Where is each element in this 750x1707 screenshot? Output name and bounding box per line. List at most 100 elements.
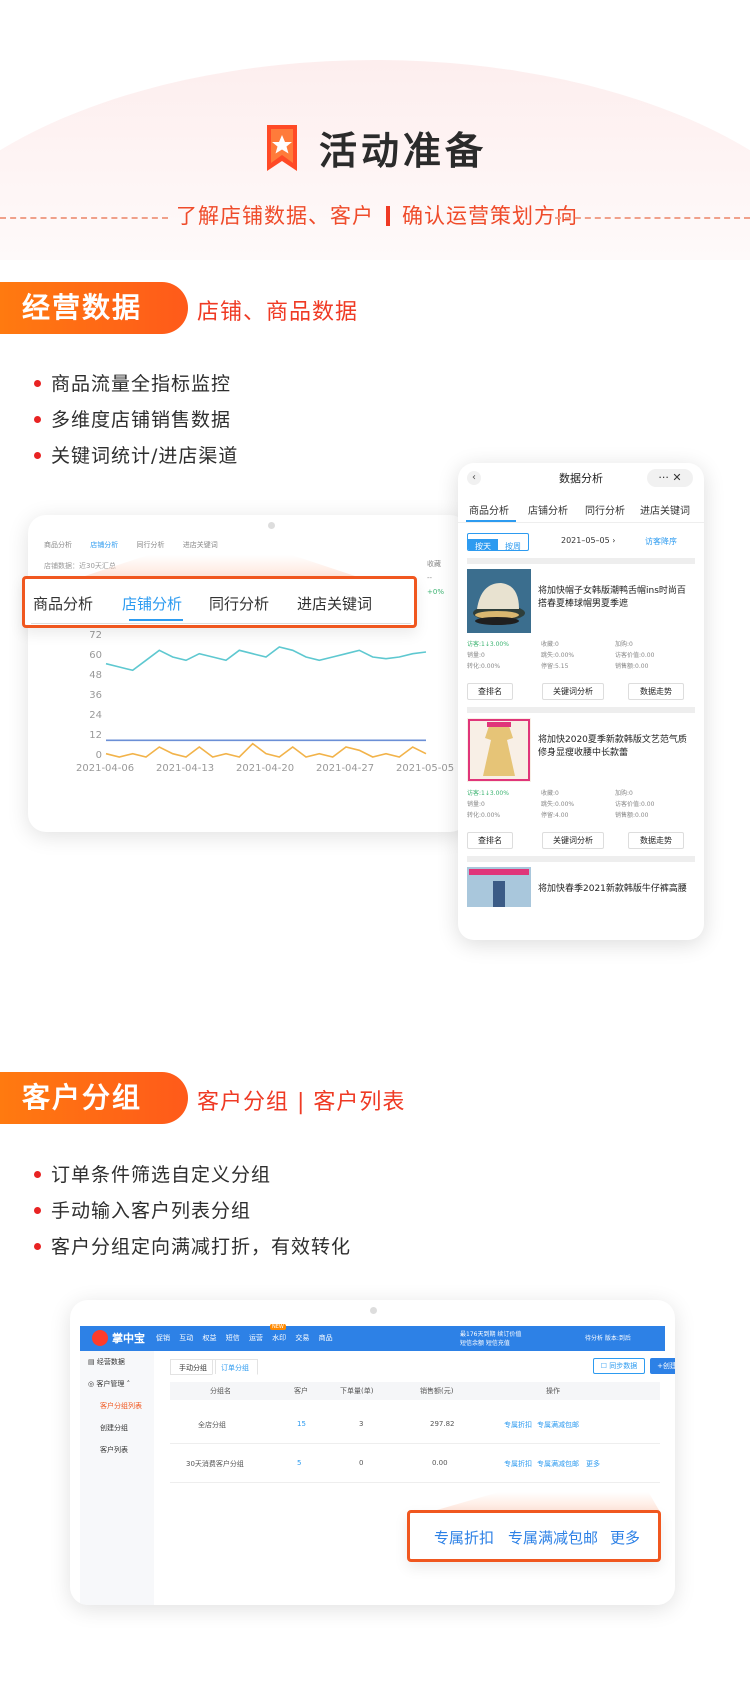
table-cell: 0 (359, 1459, 364, 1467)
page-title: 活动准备 (0, 120, 750, 175)
op-discount-link[interactable]: 专属折扣 (504, 1420, 532, 1430)
feature-item: 关键词统计/进店渠道 (34, 438, 238, 474)
subtitle-left: 了解店铺数据、客户 (176, 204, 374, 228)
feature-list: 订单条件筛选自定义分组 手动输入客户列表分组 客户分组定向满减打折，有效转化 (34, 1157, 351, 1265)
table-cell[interactable]: 15 (297, 1420, 306, 1428)
series-line (105, 742, 427, 758)
sidebar-item-customer-mgmt[interactable]: ◎ 客户管理 ˄ (80, 1373, 154, 1395)
nav-item[interactable]: 运营 (249, 1334, 263, 1342)
period-toggle: 按天 按周 (467, 533, 529, 551)
feature-item: 手动输入客户列表分组 (34, 1193, 351, 1229)
favorite-metric: 收藏 -- +0% (427, 560, 444, 596)
product-name[interactable]: 将加快2020夏季新款韩版文艺范气质修身显瘦收腰中长款蕾 (538, 734, 690, 760)
subtitle-right: 确认运营策划方向 (402, 204, 578, 228)
nav-item[interactable]: 商品 (319, 1334, 333, 1342)
tablet-small-tabs: 商品分析 店铺分析 同行分析 进店关键词 (44, 540, 234, 550)
bookmark-star-icon (266, 124, 297, 171)
zoomed-tabs-callout: 商品分析 店铺分析 同行分析 进店关键词 (22, 576, 417, 628)
tab-peer-analysis[interactable]: 同行分析 (136, 541, 164, 549)
keyword-analysis-button[interactable]: 关键词分析 (542, 832, 604, 849)
product-stats: 访客:1↓3.00% 收藏:0 加购:0 销量:0 跳失:0.00% 访客价值:0.00… (467, 641, 655, 670)
page-title-text: 活动准备 (318, 129, 487, 173)
create-group-button[interactable]: +创建分组 (650, 1358, 675, 1374)
op-more-link[interactable]: 更多 (586, 1459, 600, 1469)
feature-item: 客户分组定向满减打折，有效转化 (34, 1229, 351, 1265)
product-image-dress (467, 718, 531, 782)
logo-icon (92, 1330, 108, 1346)
product-stats: 访客:1↓3.00% 收藏:0 加购:0 销量:0 跳失:0.00% 访客价值:0.00… (467, 790, 655, 819)
data-trend-button[interactable]: 数据走势 (628, 832, 684, 849)
data-trend-button[interactable]: 数据走势 (628, 683, 684, 700)
more-action[interactable]: 更多 (610, 1527, 640, 1548)
table-header (170, 1382, 660, 1400)
account-info: 最176天到期 续订价值 短信余额 短信充值 (460, 1331, 522, 1347)
col-sales: 销售额(元) (420, 1387, 454, 1395)
phone-screenshot: ‹ 数据分析 ··· ✕ 商品分析 店铺分析 同行分析 进店关键词 按天 按周 2… (458, 463, 704, 940)
tab-keywords-zoom[interactable]: 进店关键词 (297, 593, 372, 614)
section-side-label: 客户分组 | 客户列表 (197, 1090, 406, 1115)
product-name[interactable]: 将加快春季2021新款韩版牛仔裤高腰 (538, 883, 690, 896)
feature-list: 商品流量全指标监控 多维度店铺销售数据 关键词统计/进店渠道 (34, 366, 238, 474)
product-image-cap (467, 569, 531, 633)
tab-keywords[interactable]: 进店关键词 (183, 541, 218, 549)
nav-item[interactable]: 短信 (226, 1334, 240, 1342)
section-side-label: 店铺、商品数据 (197, 300, 359, 325)
table-cell: 30天消费客户分组 (186, 1460, 244, 1468)
tab-shop-analysis[interactable]: 店铺分析 (90, 541, 118, 549)
table-cell: 297.82 (430, 1420, 455, 1428)
feature-item: 多维度店铺销售数据 (34, 402, 238, 438)
tab-order-group[interactable]: 订单分组 (212, 1359, 258, 1375)
by-week-button[interactable]: 按周 (498, 539, 528, 550)
op-discount-link[interactable]: 专属折扣 (504, 1459, 532, 1469)
table-cell: 0.00 (432, 1459, 448, 1467)
sync-data-button[interactable]: ☐ 同步数据 (593, 1358, 645, 1374)
nav-item[interactable]: 互动 (179, 1334, 193, 1342)
section-ribbon-business-data: 经营数据 (0, 282, 188, 334)
tab-goods-analysis[interactable]: 商品分析 (44, 541, 72, 549)
tab-shop-analysis-zoom[interactable]: 店铺分析 (122, 593, 182, 614)
tab-peer-analysis-zoom[interactable]: 同行分析 (209, 593, 269, 614)
nav-item[interactable]: 水印 (272, 1334, 286, 1342)
keyword-analysis-button[interactable]: 关键词分析 (542, 683, 604, 700)
by-day-button[interactable]: 按天 (468, 539, 498, 550)
phone-tab-peer[interactable]: 同行分析 (585, 502, 625, 517)
top-nav: 促销 互动 权益 短信 运营 水印 交易 商品 (156, 1333, 340, 1343)
col-group-name: 分组名 (210, 1387, 231, 1395)
sidebar-item-create-group[interactable]: 创建分组 (80, 1417, 154, 1439)
discount-action[interactable]: 专属折扣 (434, 1527, 494, 1548)
rank-button[interactable]: 查排名 (467, 683, 513, 700)
feature-item: 订单条件筛选自定义分组 (34, 1157, 351, 1193)
nav-item[interactable]: 交易 (295, 1334, 309, 1342)
phone-tab-goods[interactable]: 商品分析 (469, 502, 509, 517)
date-picker[interactable]: 2021–05–05 › (561, 536, 615, 545)
product-name[interactable]: 将加快帽子女韩版潮鸭舌帽ins时尚百搭春夏棒球帽男夏季遮 (538, 585, 690, 611)
nav-item[interactable]: 权益 (202, 1334, 216, 1342)
nav-item[interactable]: 促销 (156, 1334, 170, 1342)
tab-manual-group[interactable]: 手动分组 (170, 1359, 216, 1375)
sidebar-item-customer-list[interactable]: 客户列表 (80, 1439, 154, 1461)
table-cell[interactable]: 5 (297, 1459, 301, 1467)
reduce-shipping-action[interactable]: 专属满减包邮 (508, 1527, 598, 1548)
app-topbar: 掌中宝 促销 互动 权益 短信 运营 水印 交易 商品 NEW 最176天到期 … (80, 1324, 665, 1351)
rank-button[interactable]: 查排名 (467, 832, 513, 849)
col-actions: 操作 (546, 1387, 560, 1395)
sidebar-item-group-list[interactable]: 客户分组列表 (80, 1395, 154, 1417)
table-cell: 3 (359, 1420, 364, 1428)
version-info[interactable]: 待分析 版本:到后 (585, 1334, 631, 1343)
phone-tab-keywords[interactable]: 进店关键词 (640, 502, 690, 517)
phone-tab-shop[interactable]: 店铺分析 (528, 502, 568, 517)
op-reduce-link[interactable]: 专属满减包邮 (537, 1459, 579, 1469)
product-image-jeans (467, 867, 531, 907)
phone-tabs: 商品分析 店铺分析 同行分析 进店关键词 (458, 497, 704, 523)
page-subtitle: 了解店铺数据、客户 确认运营策划方向 (0, 200, 750, 234)
sidebar: ▤ 经营数据 ◎ 客户管理 ˄ 客户分组列表 创建分组 客户列表 (80, 1351, 154, 1605)
op-reduce-link[interactable]: 专属满减包邮 (537, 1420, 579, 1430)
zoomed-ops-callout: 专属折扣 专属满减包邮 更多 (407, 1510, 661, 1562)
sort-order[interactable]: 访客降序 (645, 536, 677, 547)
col-orders: 下单量(单) (340, 1387, 374, 1395)
mini-program-capsule[interactable]: ··· ✕ (647, 469, 693, 487)
tab-goods-analysis-zoom[interactable]: 商品分析 (33, 593, 93, 614)
app-logo: 掌中宝 (92, 1330, 145, 1346)
sidebar-item-business-data[interactable]: ▤ 经营数据 (80, 1351, 154, 1373)
line-chart-plot (105, 646, 427, 758)
